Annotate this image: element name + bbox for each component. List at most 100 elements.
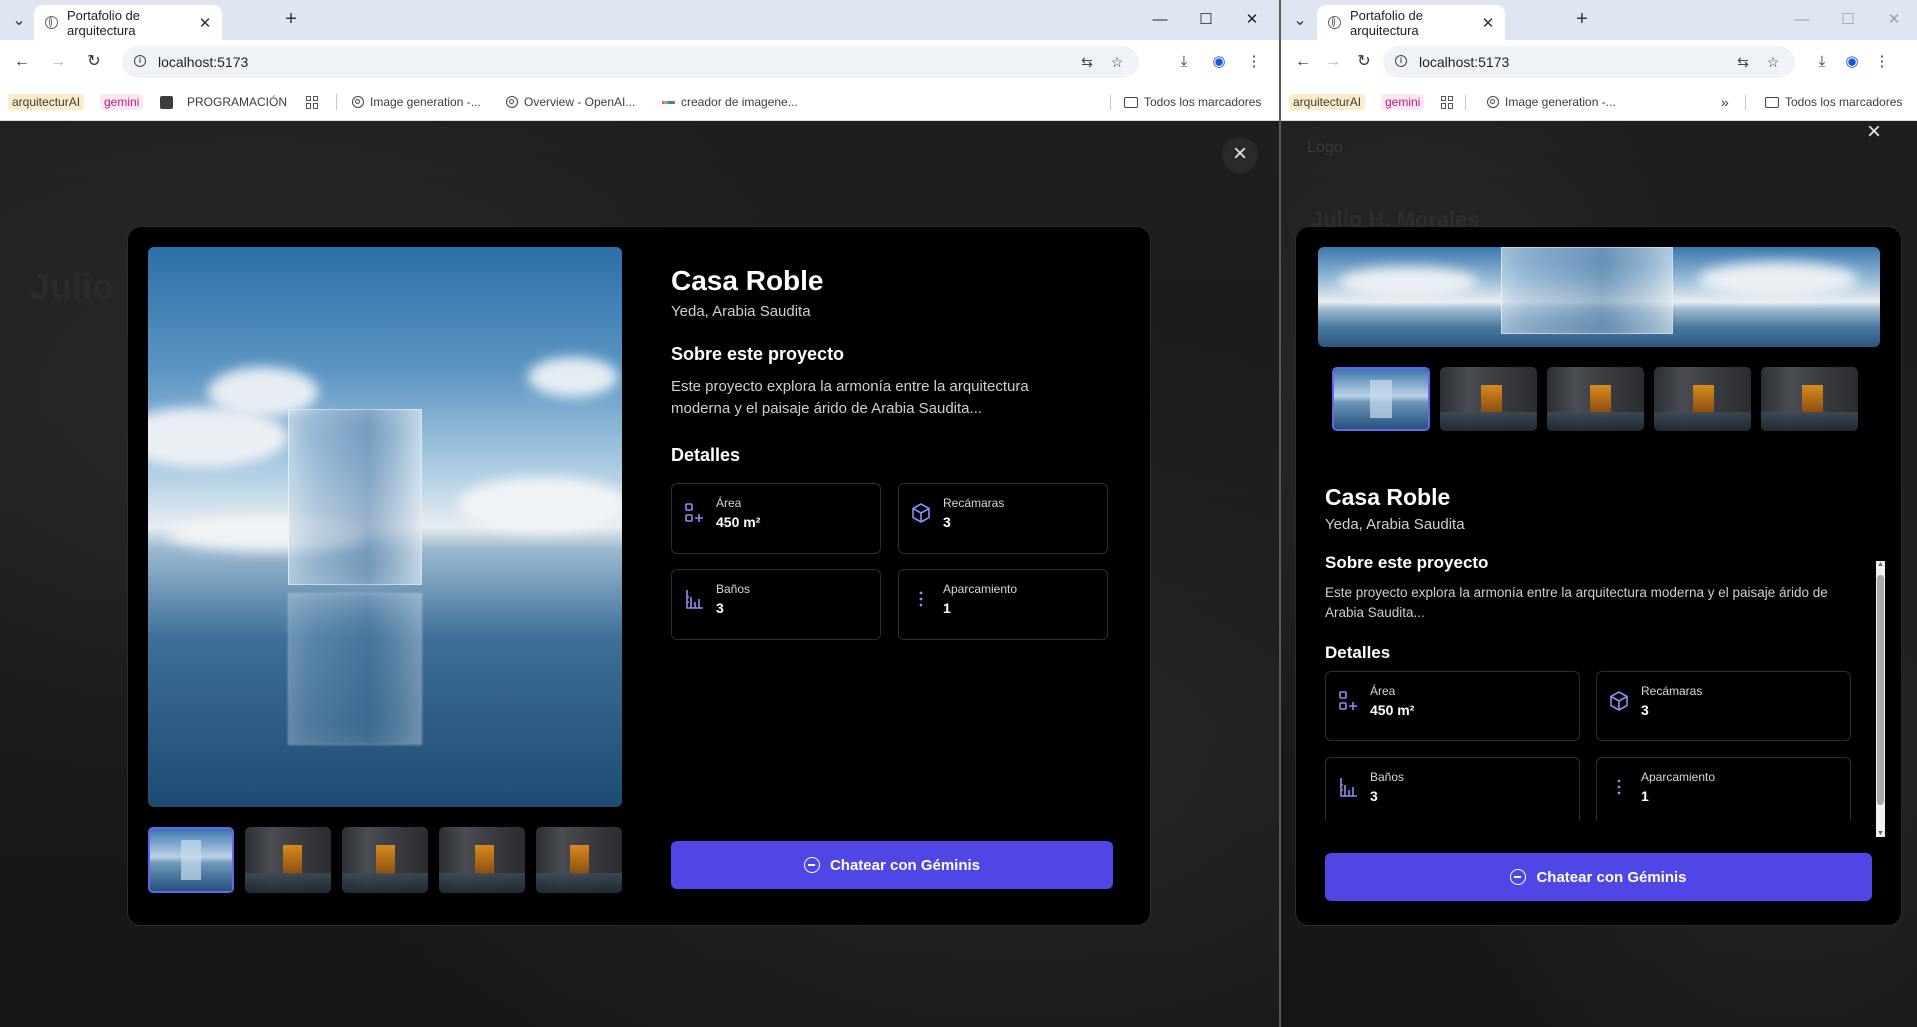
thumbnail[interactable]: [342, 827, 428, 893]
browser-tab[interactable]: Portafolio de arquitectura ✕: [34, 5, 222, 40]
menu-icon[interactable]: ⋮: [1870, 50, 1894, 74]
background-logo: Logo: [1307, 139, 1343, 156]
chat-gemini-button[interactable]: Chatear con Géminis: [671, 841, 1113, 889]
bookmark-gemini[interactable]: gemini: [100, 91, 144, 113]
thumbnail[interactable]: [1440, 367, 1537, 431]
scroll-down-icon[interactable]: ▼: [1876, 830, 1885, 837]
page-viewport: Logo Julio H. Morales × Casa Roble Yeda,…: [1281, 121, 1917, 1027]
bookmark-all[interactable]: Todos los marcadores: [1765, 91, 1902, 113]
bookmark-programacion[interactable]: PROGRAMACIÓN: [160, 91, 287, 113]
area-icon: [685, 503, 703, 522]
bookmarks-bar: arquitecturAI gemini Image generation -.…: [1281, 84, 1917, 121]
close-window-button[interactable]: ✕: [1229, 6, 1275, 34]
detail-value: 3: [943, 514, 951, 530]
bookmark-overview[interactable]: Overview - OpenAI...: [506, 91, 635, 113]
translate-icon[interactable]: ⇆: [1735, 54, 1751, 70]
detail-value: 1: [1641, 788, 1649, 804]
project-modal: Casa Roble Yeda, Arabia Saudita Sobre es…: [127, 226, 1151, 926]
apps-grid-icon: [306, 95, 319, 109]
detail-label: Aparcamiento: [943, 582, 1018, 596]
close-window-button[interactable]: ✕: [1871, 6, 1917, 34]
details-scroll-area[interactable]: Sobre este proyecto Este proyecto explor…: [1296, 549, 1886, 821]
bookmarks-overflow-button[interactable]: »: [1721, 91, 1729, 113]
bookmark-creador[interactable]: creador de imagene...: [662, 91, 798, 113]
cta-label: Chatear con Géminis: [1536, 868, 1687, 886]
bookmark-apps[interactable]: [1441, 91, 1454, 113]
back-button[interactable]: ←: [1291, 50, 1315, 74]
tab-title: Portafolio de arquitectura: [1350, 7, 1423, 38]
thumbnail[interactable]: [245, 827, 331, 893]
tab-bar: ⌄ Portafolio de arquitectura ✕ + — ☐ ✕: [1281, 0, 1917, 40]
bookmarks-bar: arquitecturAI gemini PROGRAMACIÓN Image …: [0, 84, 1279, 121]
project-title: Casa Roble: [1325, 484, 1451, 510]
browser-tab[interactable]: Portafolio de arquitectura ✕: [1317, 5, 1505, 40]
tab-close-icon[interactable]: ✕: [1477, 14, 1499, 32]
bookmark-arquitectura[interactable]: arquitecturAI: [8, 91, 85, 113]
chat-gemini-button[interactable]: Chatear con Géminis: [1325, 853, 1872, 901]
reload-button[interactable]: ↻: [82, 50, 106, 74]
minimize-button[interactable]: —: [1779, 6, 1825, 34]
bookmark-image-generation[interactable]: Image generation -...: [1487, 91, 1616, 113]
site-info-icon[interactable]: i: [134, 55, 146, 67]
bookmark-gemini[interactable]: gemini: [1381, 91, 1425, 113]
translate-icon[interactable]: ⇆: [1079, 54, 1095, 70]
tab-bar: ⌄ Portafolio de arquitectura ✕ + — ☐ ✕: [0, 0, 1279, 40]
tab-search-button[interactable]: ⌄: [6, 9, 32, 31]
profile-icon[interactable]: ◉: [1207, 50, 1231, 74]
download-icon[interactable]: ⤓: [1810, 50, 1834, 74]
hero-image[interactable]: [1318, 247, 1880, 347]
menu-icon[interactable]: ⋮: [1242, 50, 1266, 74]
address-bar[interactable]: i localhost:5173 ⇆ ☆: [1383, 46, 1795, 78]
bookmark-image-generation[interactable]: Image generation -...: [352, 91, 481, 113]
new-tab-button[interactable]: +: [279, 7, 303, 31]
thumbnail[interactable]: [148, 827, 234, 893]
thumbnail[interactable]: [1547, 367, 1644, 431]
maximize-button[interactable]: ☐: [1183, 6, 1229, 34]
scrollbar-thumb[interactable]: [1877, 575, 1884, 805]
detail-card-area: Área 450 m²: [1325, 671, 1580, 741]
bath-icon: [1340, 778, 1357, 797]
project-description: Este proyecto explora la armonía entre l…: [1325, 585, 1828, 620]
thumbnail[interactable]: [536, 827, 622, 893]
detail-card-bathrooms: Baños 3: [671, 569, 881, 640]
details-scrollbar[interactable]: ▲ ▼: [1876, 561, 1885, 837]
toolbar: ← → ↻ i localhost:5173 ⇆ ☆ ⤓ ◉ ⋮: [1281, 40, 1917, 84]
about-heading: Sobre este proyecto: [1325, 553, 1489, 572]
bookmark-separator: [1110, 94, 1111, 110]
detail-label: Baños: [716, 582, 751, 596]
chat-icon: [803, 857, 820, 873]
openai-icon: [352, 96, 364, 108]
download-icon[interactable]: ⤓: [1172, 50, 1196, 74]
bookmark-apps[interactable]: [306, 91, 319, 113]
thumbnail[interactable]: [1332, 367, 1430, 431]
project-modal: Casa Roble Yeda, Arabia Saudita Sobre es…: [1295, 226, 1902, 926]
bookmark-all[interactable]: Todos los marcadores: [1124, 91, 1261, 113]
forward-button[interactable]: →: [46, 50, 70, 74]
thumbnail[interactable]: [1654, 367, 1751, 431]
minimize-button[interactable]: —: [1137, 6, 1183, 34]
hero-image[interactable]: [148, 247, 622, 807]
scroll-up-icon[interactable]: ▲: [1876, 561, 1885, 568]
thumbnail[interactable]: [439, 827, 525, 893]
bookmark-separator: [336, 94, 337, 110]
site-info-icon[interactable]: i: [1395, 55, 1407, 67]
project-title: Casa Roble: [671, 265, 824, 296]
close-modal-button[interactable]: ×: [1222, 137, 1258, 173]
apps-grid-icon: [1441, 95, 1454, 109]
new-tab-button[interactable]: +: [1570, 7, 1594, 31]
window-controls: — ☐ ✕: [1137, 6, 1275, 34]
address-bar[interactable]: i localhost:5173 ⇆ ☆: [122, 46, 1139, 78]
detail-card-area: Área 450 m²: [671, 483, 881, 554]
bookmark-star-icon[interactable]: ☆: [1109, 54, 1125, 70]
globe-icon: [1328, 16, 1341, 29]
tab-close-icon[interactable]: ✕: [194, 14, 216, 32]
profile-icon[interactable]: ◉: [1840, 50, 1864, 74]
back-button[interactable]: ←: [10, 50, 34, 74]
bookmark-arquitectura[interactable]: arquitecturAI: [1289, 91, 1366, 113]
tab-search-button[interactable]: ⌄: [1287, 9, 1313, 31]
forward-button[interactable]: →: [1321, 50, 1345, 74]
maximize-button[interactable]: ☐: [1825, 6, 1871, 34]
bookmark-star-icon[interactable]: ☆: [1765, 54, 1781, 70]
reload-button[interactable]: ↻: [1352, 50, 1376, 74]
thumbnail[interactable]: [1761, 367, 1858, 431]
